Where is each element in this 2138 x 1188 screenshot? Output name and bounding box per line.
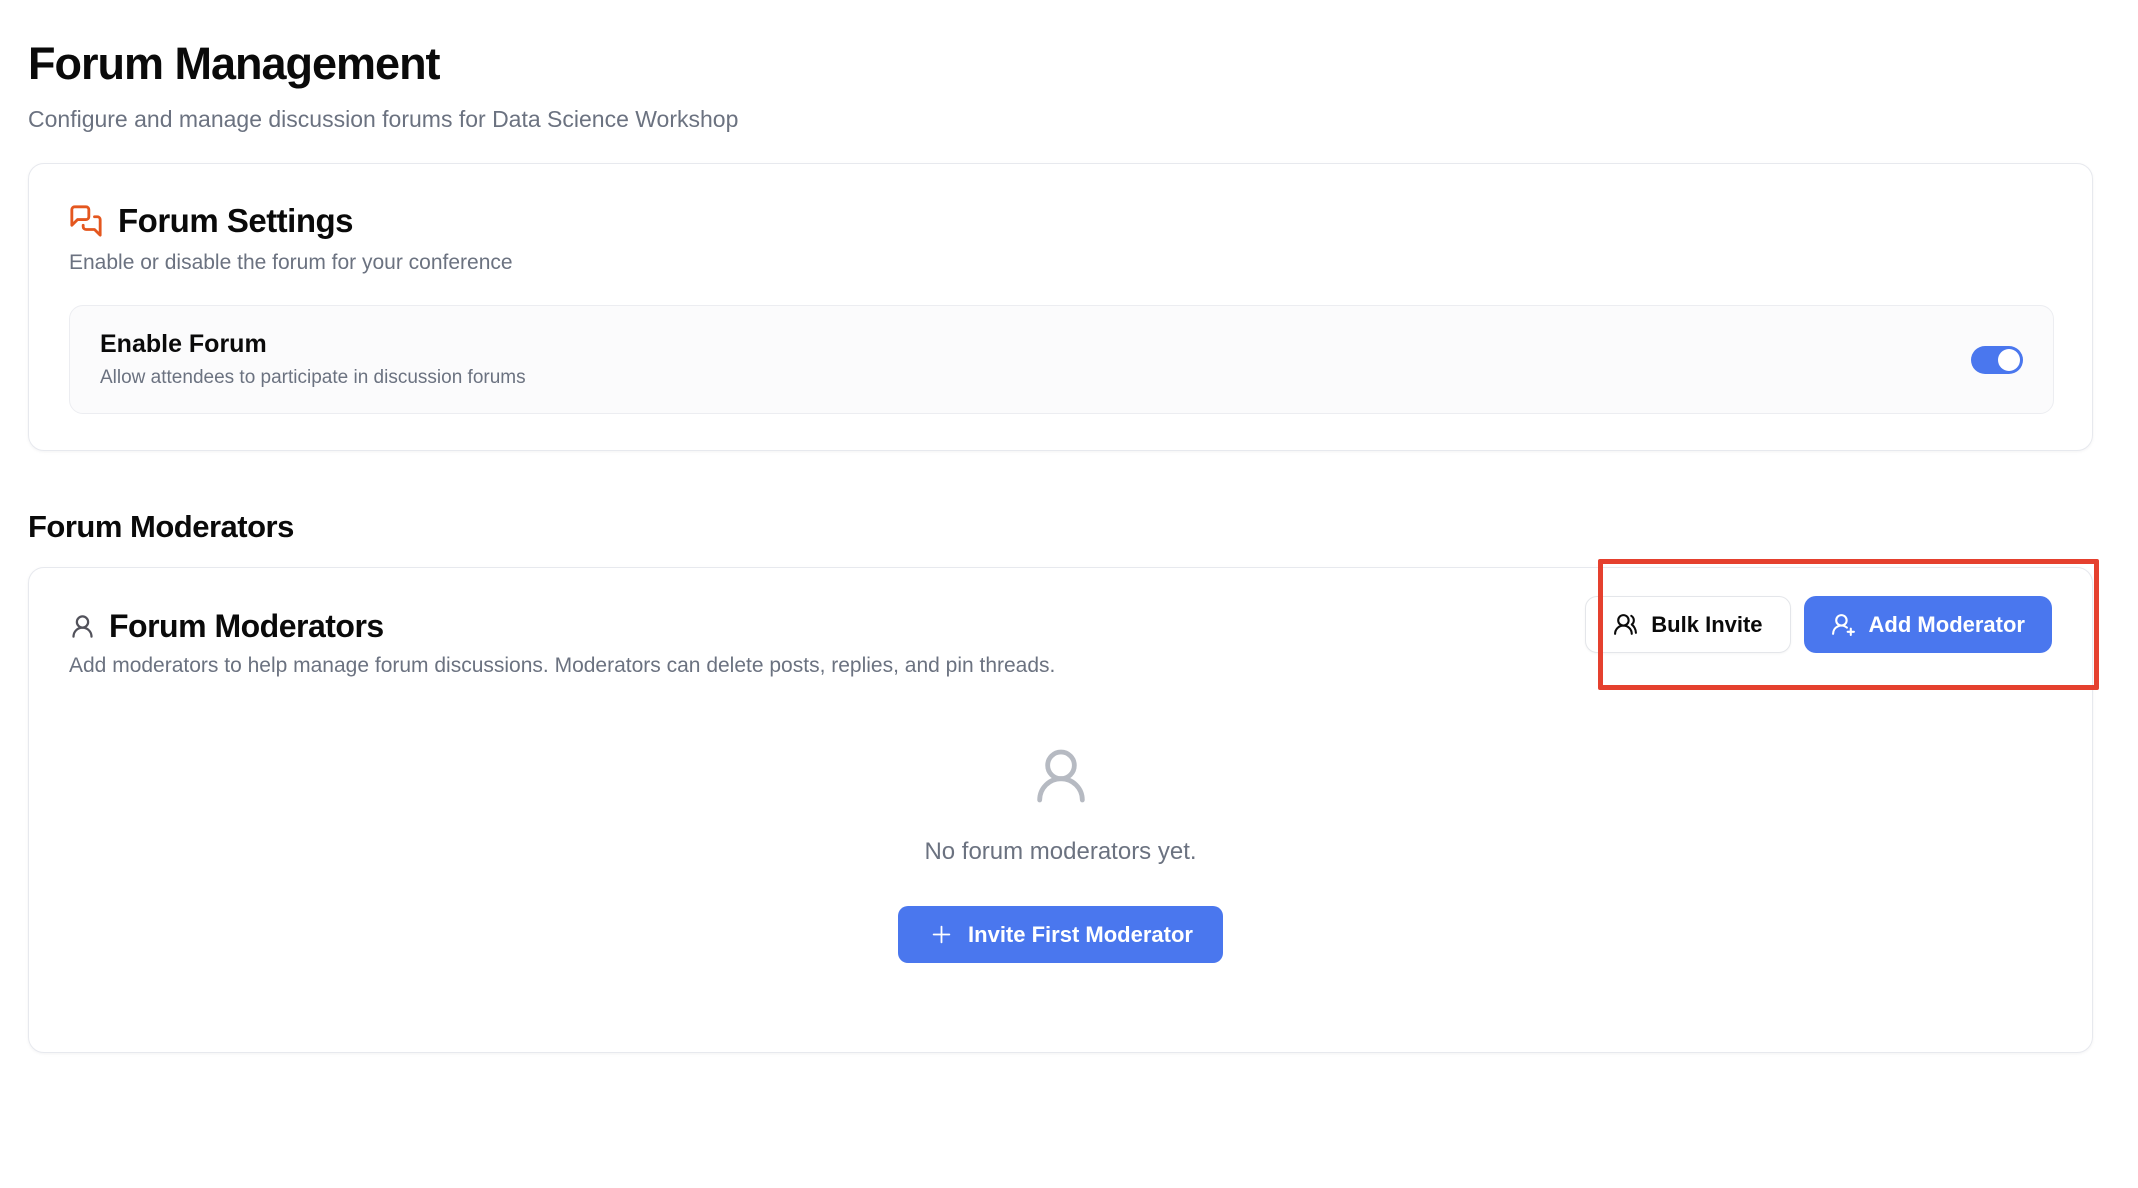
moderators-card-title: Forum Moderators (109, 608, 384, 645)
enable-forum-toggle[interactable] (1971, 346, 2023, 374)
enable-forum-text: Enable Forum Allow attendees to particip… (100, 330, 526, 389)
enable-forum-row: Enable Forum Allow attendees to particip… (69, 305, 2054, 414)
add-moderator-button[interactable]: Add Moderator (1804, 596, 2052, 653)
moderators-section-heading: Forum Moderators (28, 509, 2093, 545)
moderators-header-text: Forum Moderators Add moderators to help … (69, 608, 1055, 678)
user-plus-icon (1831, 612, 1856, 637)
forum-settings-subtitle: Enable or disable the forum for your con… (69, 251, 2054, 275)
page-subtitle: Configure and manage discussion forums f… (28, 106, 2093, 133)
users-icon (1613, 612, 1638, 637)
invite-first-moderator-button[interactable]: Invite First Moderator (898, 906, 1223, 963)
user-icon-large (1029, 744, 1093, 808)
user-icon (69, 613, 96, 640)
invite-first-moderator-label: Invite First Moderator (968, 922, 1193, 948)
forum-settings-card: Forum Settings Enable or disable the for… (28, 163, 2093, 451)
bulk-invite-label: Bulk Invite (1651, 612, 1762, 638)
forum-settings-title: Forum Settings (118, 202, 353, 240)
moderators-card-description: Add moderators to help manage forum disc… (69, 654, 1055, 678)
page-content: Forum Management Configure and manage di… (0, 0, 2138, 1053)
forum-management-page: { "page": { "title": "Forum Management",… (0, 0, 2138, 1188)
toggle-knob (1998, 349, 2020, 371)
add-moderator-label: Add Moderator (1869, 612, 2025, 638)
forum-settings-header: Forum Settings (69, 202, 2054, 240)
forum-moderators-card: Forum Moderators Add moderators to help … (28, 567, 2093, 1053)
bulk-invite-button[interactable]: Bulk Invite (1585, 596, 1790, 653)
empty-state: No forum moderators yet. Invite First Mo… (69, 744, 2052, 963)
moderators-actions: Bulk Invite Add Moderator (1585, 596, 2052, 653)
empty-state-message: No forum moderators yet. (924, 838, 1196, 866)
moderators-card-header: Forum Moderators Add moderators to help … (69, 608, 2052, 678)
enable-forum-description: Allow attendees to participate in discus… (100, 367, 526, 389)
plus-icon (928, 921, 955, 948)
messages-square-icon (69, 204, 103, 238)
page-title: Forum Management (28, 38, 2093, 90)
enable-forum-label: Enable Forum (100, 330, 526, 359)
